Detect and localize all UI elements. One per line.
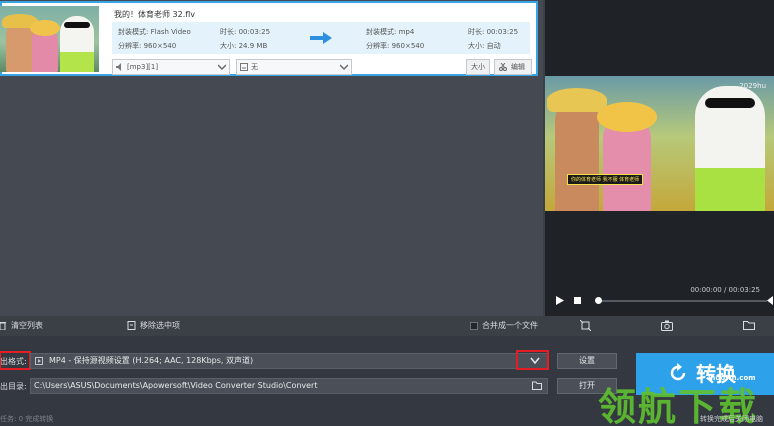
video-hat bbox=[597, 102, 657, 132]
target-resolution-value: 960×540 bbox=[391, 42, 425, 50]
output-format-value: MP4 - 保持源视频设置 (H.264; AAC, 128Kbps, 双声道) bbox=[49, 356, 254, 365]
source-resolution: 分辨率: 960×540 bbox=[118, 41, 176, 51]
video-watermark: 2029hu bbox=[739, 82, 766, 90]
edit-button-label: 编辑 bbox=[511, 63, 525, 71]
source-resolution-label: 分辨率: bbox=[118, 42, 142, 50]
video-figure-shirt bbox=[695, 168, 765, 211]
output-dir-label: 出目录: bbox=[0, 382, 27, 391]
source-duration: 时长: 00:03:25 bbox=[220, 27, 270, 37]
video-thumbnail[interactable] bbox=[0, 6, 99, 72]
document-icon bbox=[127, 321, 136, 330]
target-format-label: 封装模式: bbox=[366, 28, 397, 36]
status-line: 任务: 0 完成转换 bbox=[0, 415, 54, 423]
settings-button[interactable]: 设置 bbox=[557, 353, 617, 369]
source-size-value: 24.9 MB bbox=[238, 42, 268, 50]
merge-label: 合并成一个文件 bbox=[482, 321, 538, 330]
video-file-icon bbox=[35, 357, 43, 365]
video-preview-panel: 2029hu 你的体育老师 我不服 体育老师 00:00:00 / 00:03:… bbox=[545, 0, 774, 316]
source-duration-label: 时长: bbox=[220, 28, 237, 36]
output-settings: 出格式: MP4 - 保持源视频设置 (H.264; AAC, 128Kbps,… bbox=[0, 336, 774, 426]
audio-track-value: [mp3][1] bbox=[127, 63, 159, 71]
thumbnail-sunglasses bbox=[64, 22, 90, 28]
crop-icon[interactable] bbox=[580, 320, 591, 331]
video-caption: 你的体育老师 我不服 体育老师 bbox=[567, 174, 644, 185]
browse-folder-icon[interactable] bbox=[532, 381, 542, 390]
site-watermark-domain: lhdown.com bbox=[708, 374, 756, 382]
video-player[interactable]: 2029hu 你的体育老师 我不服 体育老师 bbox=[545, 76, 774, 211]
video-figure bbox=[555, 100, 599, 211]
subtitle-icon bbox=[240, 63, 248, 71]
stop-button[interactable] bbox=[574, 297, 581, 304]
volume-icon[interactable] bbox=[767, 296, 773, 305]
output-format-select[interactable]: MP4 - 保持源视频设置 (H.264; AAC, 128Kbps, 双声道) bbox=[30, 353, 548, 369]
source-format-label: 封装模式: bbox=[118, 28, 149, 36]
shutdown-option[interactable]: 转换完成后关闭电脑 bbox=[700, 414, 763, 424]
audio-track-select[interactable]: [mp3][1] bbox=[112, 59, 230, 75]
trash-icon bbox=[0, 322, 6, 330]
time-readout: 00:00:00 / 00:03:25 bbox=[690, 286, 760, 294]
remove-selected-label: 移除选中项 bbox=[140, 321, 180, 330]
progress-track[interactable] bbox=[597, 300, 767, 302]
source-duration-value: 00:03:25 bbox=[238, 28, 271, 36]
file-item[interactable]: 我的！体育老师 32.flv 封装模式: Flash Video 分辨率: 96… bbox=[0, 1, 538, 76]
chevron-down-icon bbox=[340, 64, 348, 70]
source-size: 大小: 24.9 MB bbox=[220, 41, 267, 51]
target-resolution: 分辨率: 960×540 bbox=[366, 41, 424, 51]
clear-list-label: 清空列表 bbox=[11, 321, 43, 330]
thumbnail-figure-shirt bbox=[60, 52, 94, 72]
merge-toggle[interactable]: 合并成一个文件 bbox=[470, 320, 538, 331]
source-format: 封装模式: Flash Video bbox=[118, 27, 191, 37]
speaker-icon bbox=[116, 63, 121, 71]
video-hat bbox=[547, 88, 607, 112]
video-sunglasses bbox=[705, 98, 755, 108]
edit-button[interactable]: 编辑 bbox=[494, 59, 532, 75]
target-duration: 时长: 00:03:25 bbox=[468, 27, 518, 37]
target-duration-value: 00:03:25 bbox=[486, 28, 519, 36]
chevron-down-icon bbox=[218, 64, 226, 70]
target-size: 大小: 自动 bbox=[468, 41, 501, 51]
source-size-label: 大小: bbox=[220, 42, 237, 50]
target-size-label: 大小: bbox=[468, 42, 485, 50]
file-info-panel: 封装模式: Flash Video 分辨率: 960×540 时长: 00:03… bbox=[112, 22, 530, 54]
format-dropdown-highlight bbox=[516, 350, 549, 370]
file-title: 我的！体育老师 32.flv bbox=[114, 10, 196, 19]
target-format: 封装模式: mp4 bbox=[366, 27, 414, 37]
file-list: 我的！体育老师 32.flv 封装模式: Flash Video 分辨率: 96… bbox=[0, 0, 543, 316]
folder-icon[interactable] bbox=[743, 320, 755, 330]
subtitle-select[interactable]: 无 bbox=[236, 59, 352, 75]
camera-icon[interactable] bbox=[661, 320, 673, 331]
merge-checkbox[interactable] bbox=[470, 321, 478, 330]
target-size-value: 自动 bbox=[486, 42, 501, 50]
output-dir-field[interactable]: C:\Users\ASUS\Documents\Apowersoft\Video… bbox=[30, 378, 548, 394]
source-format-value: Flash Video bbox=[150, 28, 191, 36]
target-resolution-label: 分辨率: bbox=[366, 42, 390, 50]
progress-knob[interactable] bbox=[595, 297, 602, 304]
size-button[interactable]: 大小 bbox=[466, 59, 490, 75]
subtitle-value: 无 bbox=[251, 63, 258, 71]
source-resolution-value: 960×540 bbox=[143, 42, 177, 50]
arrow-right-icon bbox=[310, 32, 332, 44]
thumbnail-hat bbox=[30, 20, 60, 36]
list-toolbar: 清空列表 移除选中项 合并成一个文件 bbox=[0, 316, 774, 336]
target-duration-label: 时长: bbox=[468, 28, 485, 36]
format-label-highlight bbox=[0, 351, 31, 370]
scissors-icon bbox=[499, 63, 507, 71]
remove-selected-button[interactable]: 移除选中项 bbox=[127, 320, 180, 331]
play-icon[interactable] bbox=[556, 296, 564, 305]
target-format-value: mp4 bbox=[398, 28, 415, 36]
clear-list-button[interactable]: 清空列表 bbox=[0, 320, 43, 331]
